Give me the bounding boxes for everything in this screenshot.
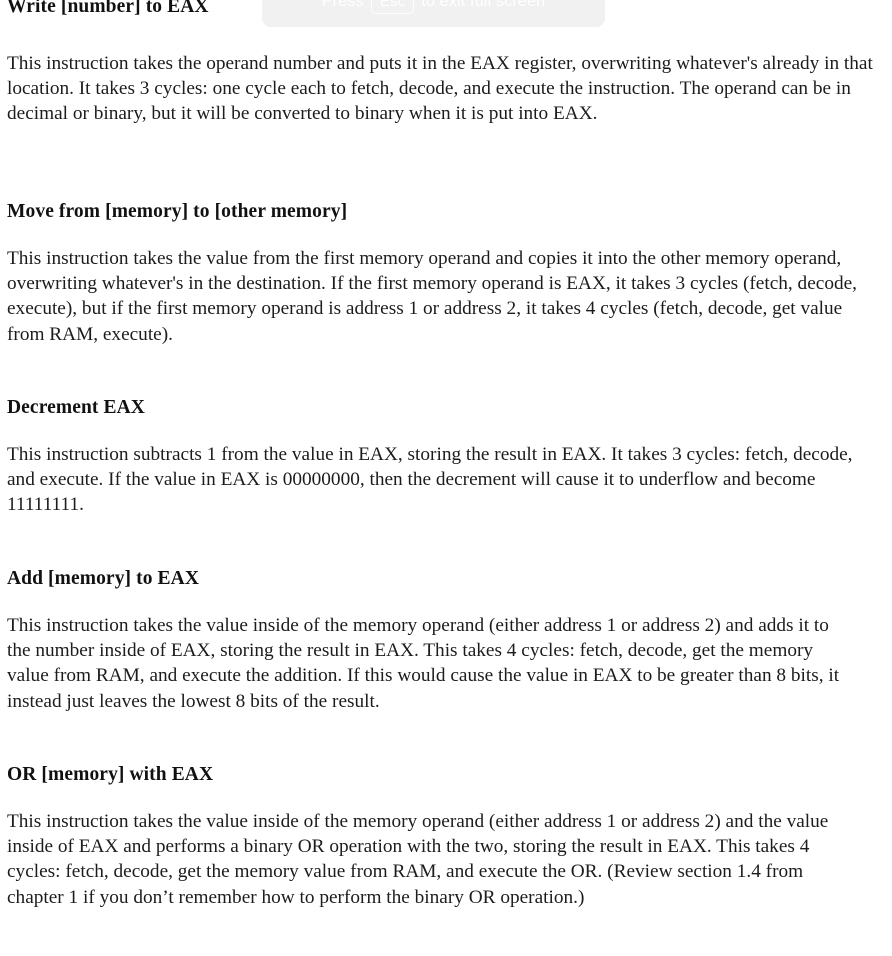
section-heading-add-memory-to-eax: Add [memory] to EAX: [7, 568, 199, 589]
section-body-decrement-eax: This instruction subtracts 1 from the va…: [7, 444, 853, 516]
section-body-add-memory-to-eax: This instruction takes the value inside …: [7, 615, 840, 712]
section-body-or-memory-with-eax: This instruction takes the value inside …: [7, 811, 829, 908]
section-add-memory-to-eax: Add [memory] to EAX This instruction tak…: [7, 567, 857, 714]
section-decrement-eax: Decrement EAX This instruction subtracts…: [7, 396, 857, 518]
section-heading-write-number-to-eax: Write [number] to EAX: [7, 0, 209, 17]
section-or-memory-with-eax: OR [memory] with EAX This instruction ta…: [7, 763, 857, 910]
section-body-move-memory-to-other-memory: This instruction takes the value from th…: [7, 248, 857, 345]
section-heading-move-memory-to-other-memory: Move from [memory] to [other memory]: [7, 201, 348, 222]
section-heading-or-memory-with-eax: OR [memory] with EAX: [7, 764, 214, 785]
section-heading-decrement-eax: Decrement EAX: [7, 397, 145, 418]
section-write-number-to-eax: Write [number] to EAX This instruction t…: [7, 0, 877, 127]
section-move-memory-to-other-memory: Move from [memory] to [other memory] Thi…: [7, 200, 857, 347]
section-body-write-number-to-eax: This instruction takes the operand numbe…: [7, 53, 873, 125]
